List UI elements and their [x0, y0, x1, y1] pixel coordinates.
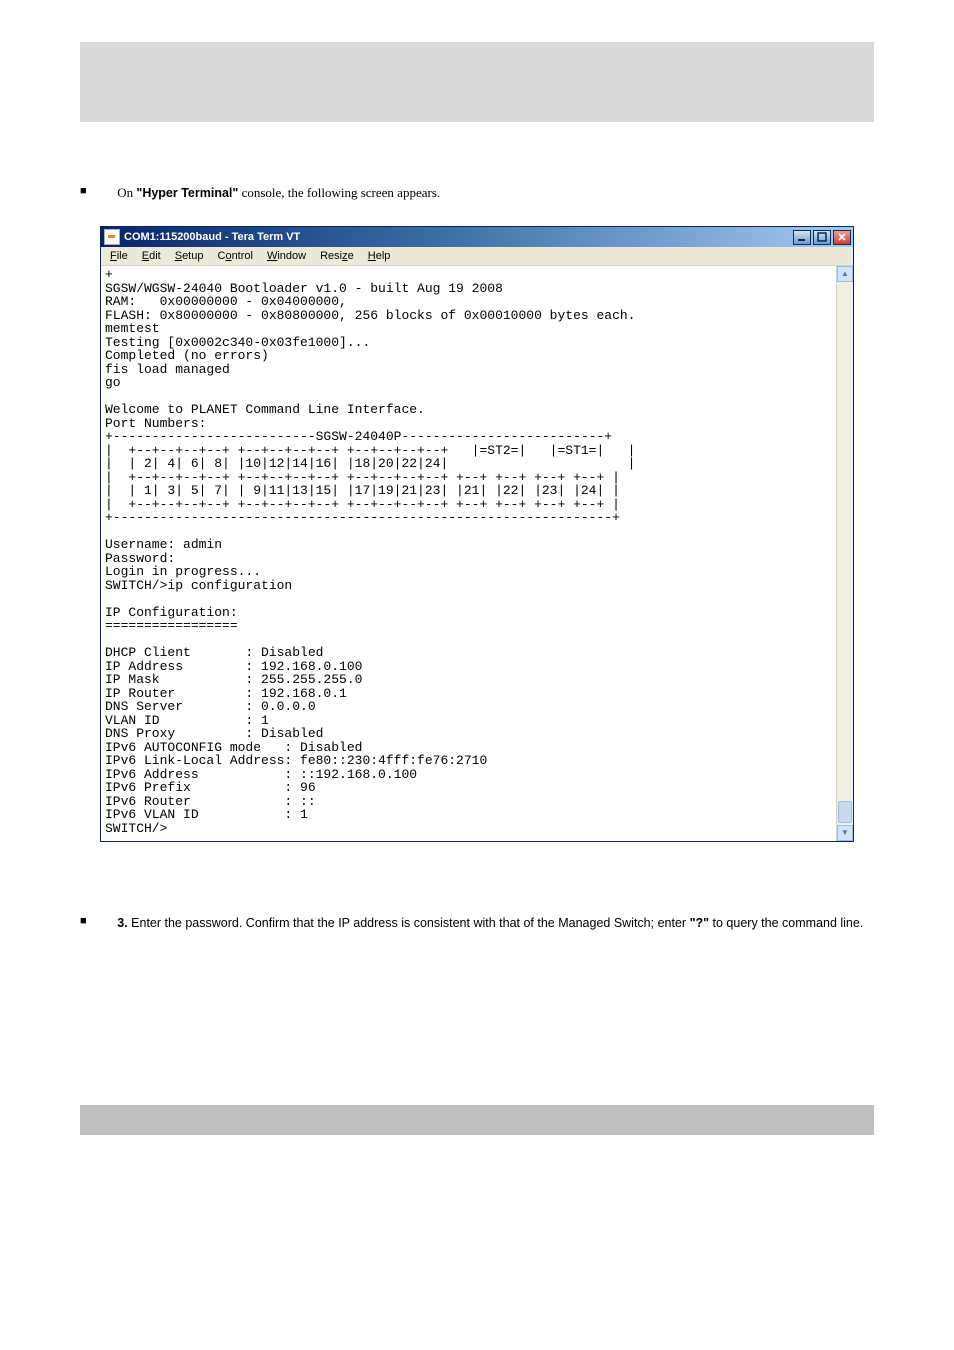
terminal-window: COM1:115200baud - Tera Term VT File Edit… [100, 226, 854, 842]
scroll-down-arrow[interactable]: ▼ [837, 825, 853, 841]
window-title: COM1:115200baud - Tera Term VT [124, 228, 791, 247]
terminal-client-area: + SGSW/WGSW-24040 Bootloader v1.0 - buil… [101, 266, 853, 841]
menu-edit[interactable]: Edit [135, 246, 168, 267]
maximize-button[interactable] [813, 230, 831, 245]
step-3-bullet: ■ 3. Enter the password. Confirm that th… [80, 912, 874, 934]
vertical-scrollbar[interactable]: ▲ ▼ [836, 266, 853, 841]
app-icon [104, 229, 120, 245]
step-2-bullet: ■ On "Hyper Terminal" console, the follo… [80, 182, 874, 204]
menu-file[interactable]: File [103, 246, 135, 267]
bullet-marker: ■ [80, 912, 114, 931]
scroll-track[interactable] [837, 282, 853, 825]
minimize-button[interactable] [793, 230, 811, 245]
menu-control[interactable]: Control [210, 246, 259, 267]
scroll-thumb[interactable] [838, 801, 852, 823]
menu-window[interactable]: Window [260, 246, 313, 267]
window-titlebar: COM1:115200baud - Tera Term VT [101, 227, 853, 247]
step-3-text: 3. Enter the password. Confirm that the … [117, 916, 863, 930]
menu-help[interactable]: Help [361, 246, 398, 267]
menu-bar: File Edit Setup Control Window Resize He… [101, 247, 853, 266]
menu-resize[interactable]: Resize [313, 246, 361, 267]
menu-setup[interactable]: Setup [168, 246, 211, 267]
footer-placeholder [80, 1105, 874, 1135]
close-button[interactable] [833, 230, 851, 245]
scroll-up-arrow[interactable]: ▲ [837, 266, 853, 282]
header-placeholder [80, 42, 874, 122]
step-2-text: On "Hyper Terminal" console, the followi… [117, 185, 440, 200]
terminal-output[interactable]: + SGSW/WGSW-24040 Bootloader v1.0 - buil… [101, 266, 853, 841]
bullet-marker: ■ [80, 182, 114, 201]
